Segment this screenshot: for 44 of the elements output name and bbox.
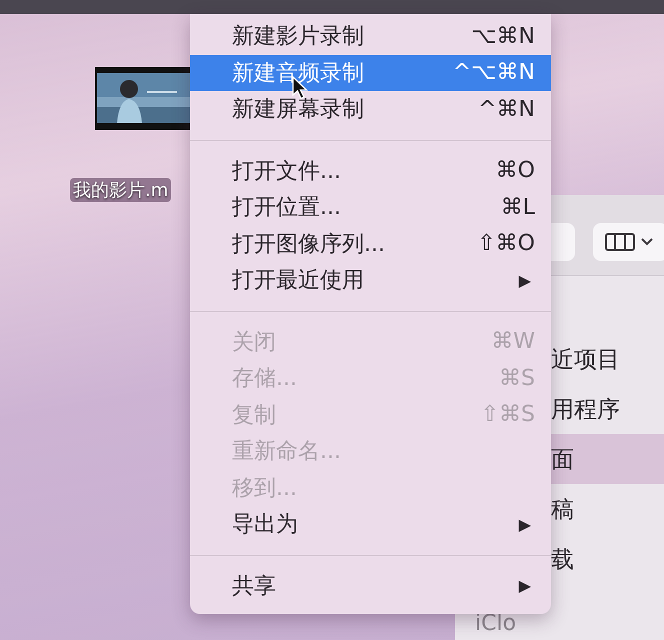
- menu-item[interactable]: 打开位置... ⌘L: [190, 189, 551, 226]
- menu-item-label: 打开文件...: [232, 158, 342, 186]
- menu-item[interactable]: 新建音频录制 ^⌥⌘N: [190, 54, 551, 91]
- chevron-icon: [641, 238, 653, 246]
- sidebar-item[interactable]: 用程序: [551, 384, 664, 434]
- menu-item-label: 重新命名...: [232, 438, 342, 466]
- menu-item[interactable]: 新建影片录制 ⌥⌘N: [190, 18, 551, 54]
- menu-item-label: 移到...: [232, 474, 298, 503]
- shortcut-label: ⇧⌘S: [480, 402, 535, 428]
- sidebar-item[interactable]: 稿: [551, 484, 664, 534]
- menu-item-label: 打开最近使用: [232, 267, 365, 296]
- menu-item-label: 复制: [232, 402, 277, 430]
- submenu-arrow: ▶: [518, 514, 532, 534]
- shortcut-label: ^⌘N: [478, 96, 535, 122]
- shortcut-label: ⌘L: [500, 194, 535, 220]
- menu-item-label: 打开位置...: [232, 194, 342, 222]
- view-button[interactable]: [593, 223, 664, 261]
- shortcut-label: ⌥⌘N: [471, 24, 535, 49]
- submenu-arrow: ▶: [518, 270, 532, 290]
- menu-item-label: 新建屏幕录制: [232, 96, 365, 124]
- menu-item[interactable]: 共享 ▶: [190, 568, 551, 604]
- sidebar-item[interactable]: 近项目: [551, 334, 664, 384]
- file-name[interactable]: 我的影片.m: [70, 178, 172, 202]
- menu-item[interactable]: 新建屏幕录制 ^⌘N: [190, 91, 551, 128]
- menu-item-label: 存储...: [232, 365, 298, 394]
- shortcut-label: ⇧⌘O: [477, 231, 535, 256]
- menu-item[interactable]: 打开最近使用 ▶: [190, 262, 551, 298]
- menu-item[interactable]: 打开图像序列... ⇧⌘O: [190, 226, 551, 262]
- shortcut-label: ⌘O: [496, 158, 535, 184]
- menu-item-label: 打开图像序列...: [232, 230, 386, 259]
- sidebar-item[interactable]: 载: [551, 534, 664, 584]
- columns-icon: [605, 233, 635, 251]
- shortcut-label: ^⌥⌘N: [452, 60, 535, 86]
- menu-item-label: 新建影片录制: [232, 23, 365, 52]
- shortcut-label: ⌘W: [491, 329, 535, 354]
- menu-item[interactable]: 打开文件... ⌘O: [190, 152, 551, 189]
- menu-item-label: 导出为: [232, 511, 299, 540]
- menu-item-label: 关闭: [232, 328, 277, 357]
- sidebar-item[interactable]: 面: [551, 434, 664, 484]
- menu-item-label: 共享: [232, 572, 277, 601]
- menu-item[interactable]: 导出为 ▶: [190, 506, 551, 542]
- shortcut-label: ⌘S: [499, 366, 535, 391]
- submenu-arrow: ▶: [518, 576, 532, 596]
- menu-item-label: 新建音频录制: [232, 60, 365, 88]
